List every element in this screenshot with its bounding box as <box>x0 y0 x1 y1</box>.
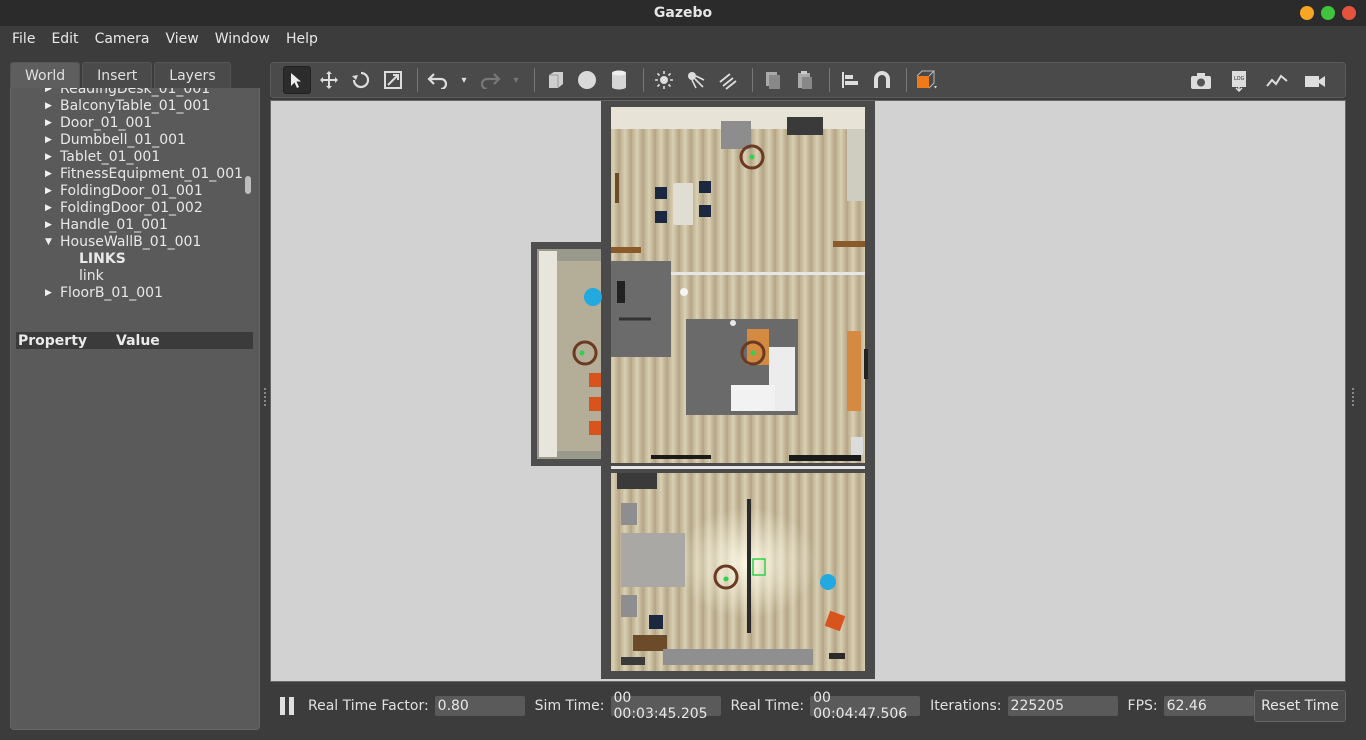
directional-light-icon[interactable] <box>714 66 742 94</box>
fps-value: 62.46 <box>1163 696 1254 716</box>
toolbar: ▾ ▾ LOG <box>270 62 1346 98</box>
expand-arrow-icon[interactable]: ▶ <box>45 220 55 230</box>
spot-light-icon[interactable] <box>682 66 710 94</box>
collapse-arrow-icon[interactable]: ▼ <box>45 237 55 247</box>
snap-icon[interactable] <box>868 66 896 94</box>
align-icon[interactable] <box>836 66 864 94</box>
expand-arrow-icon[interactable]: ▶ <box>45 169 55 179</box>
rotate-icon[interactable] <box>347 66 375 94</box>
tab-insert[interactable]: Insert <box>82 62 153 88</box>
paste-icon[interactable] <box>791 66 819 94</box>
stove <box>787 117 823 135</box>
left-splitter[interactable] <box>264 388 267 406</box>
minimize-button[interactable] <box>1300 6 1314 20</box>
real-time-factor-label: Real Time Factor: <box>308 698 429 714</box>
scale-icon[interactable] <box>379 66 407 94</box>
select-arrow-icon[interactable] <box>283 66 311 94</box>
undo-history-icon[interactable]: ▾ <box>456 66 472 94</box>
menu-window[interactable]: Window <box>207 31 278 47</box>
box-icon[interactable] <box>541 66 569 94</box>
property-column: Property <box>18 332 88 349</box>
expand-arrow-icon[interactable]: ▶ <box>45 152 55 162</box>
scene-viewport[interactable] <box>270 100 1346 682</box>
svg-text:LOG: LOG <box>1234 76 1245 82</box>
expand-arrow-icon[interactable]: ▶ <box>45 135 55 145</box>
tree-item[interactable]: ▶ Tablet_01_001 <box>11 148 253 165</box>
menu-edit[interactable]: Edit <box>43 31 86 47</box>
menu-bar: File Edit Camera View Window Help <box>0 26 1366 52</box>
plot-icon[interactable] <box>1263 67 1291 95</box>
real-time-label: Real Time: <box>730 698 805 714</box>
tab-layers[interactable]: Layers <box>154 62 231 88</box>
main-area: ▾ ▾ LOG Real Time Factor: 0.80 Sim Time:… <box>270 62 1346 730</box>
tree-item[interactable]: ▶ Dumbbell_01_001 <box>11 131 253 148</box>
ball <box>584 288 602 306</box>
reset-time-button[interactable]: Reset Time <box>1254 690 1346 722</box>
expand-arrow-icon[interactable]: ▶ <box>45 186 55 196</box>
tree-item[interactable]: ▶ ReadingDesk_01_001 <box>11 88 253 97</box>
sphere-icon[interactable] <box>573 66 601 94</box>
model-tree[interactable]: ▶ ReadingDesk_01_001 ▶ BalconyTable_01_001… <box>11 88 253 304</box>
tree-item-expanded[interactable]: ▼ HouseWallB_01_001 <box>11 233 253 250</box>
tree-item[interactable]: ▶ FloorB_01_001 <box>11 284 253 301</box>
copy-icon[interactable] <box>759 66 787 94</box>
pause-icon[interactable] <box>280 697 294 715</box>
world-panel: ▶ ReadingDesk_01_001 ▶ BalconyTable_01_001… <box>10 88 260 730</box>
right-splitter[interactable] <box>1352 388 1355 406</box>
tree-scrollbar[interactable] <box>245 176 251 194</box>
tree-item[interactable]: ▶ FitnessEquipment_01_001 <box>11 165 253 182</box>
sim-time-value: 00 00:03:45.205 <box>610 690 721 722</box>
left-panel: World Insert Layers ▶ ReadingDesk_01_001 … <box>10 62 260 730</box>
expand-arrow-icon[interactable]: ▶ <box>45 203 55 213</box>
expand-arrow-icon[interactable]: ▶ <box>45 101 55 111</box>
sim-time-label: Sim Time: <box>534 698 605 714</box>
change-view-icon[interactable] <box>913 66 941 94</box>
tree-item[interactable]: ▶ Handle_01_001 <box>11 216 253 233</box>
fps-label: FPS: <box>1127 698 1158 714</box>
tree-item[interactable]: ▶ FoldingDoor_01_002 <box>11 199 253 216</box>
tab-world[interactable]: World <box>10 62 81 88</box>
log-icon[interactable]: LOG <box>1225 67 1253 95</box>
gym-mat <box>611 261 671 357</box>
expand-arrow-icon[interactable]: ▶ <box>45 88 55 94</box>
iterations-label: Iterations: <box>930 698 1002 714</box>
expand-arrow-icon[interactable]: ▶ <box>45 118 55 128</box>
redo-history-icon[interactable]: ▾ <box>508 66 524 94</box>
status-bar: Real Time Factor: 0.80 Sim Time: 00 00:0… <box>270 682 1346 730</box>
point-light-icon[interactable] <box>650 66 678 94</box>
title-bar: Gazebo <box>0 0 1366 26</box>
real-time-factor-value: 0.80 <box>434 696 525 716</box>
cylinder-icon[interactable] <box>605 66 633 94</box>
menu-help[interactable]: Help <box>278 31 326 47</box>
bed <box>621 533 685 587</box>
tree-item[interactable]: ▶ Door_01_001 <box>11 114 253 131</box>
window-title: Gazebo <box>653 5 713 21</box>
expand-arrow-icon[interactable]: ▶ <box>45 288 55 298</box>
menu-view[interactable]: View <box>158 31 207 47</box>
maximize-button[interactable] <box>1321 6 1335 20</box>
value-column: Value <box>116 332 160 349</box>
tree-child-link[interactable]: link <box>11 267 253 284</box>
real-time-value: 00 00:04:47.506 <box>810 690 921 722</box>
fridge <box>721 121 751 149</box>
undo-icon[interactable] <box>424 66 452 94</box>
redo-icon[interactable] <box>476 66 504 94</box>
iterations-value: 225205 <box>1007 696 1118 716</box>
menu-file[interactable]: File <box>4 31 43 47</box>
translate-icon[interactable] <box>315 66 343 94</box>
property-header: Property Value <box>16 332 253 349</box>
tree-item[interactable]: ▶ BalconyTable_01_001 <box>11 97 253 114</box>
house-scene <box>531 101 875 679</box>
tree-child-links[interactable]: LINKS <box>11 250 253 267</box>
screenshot-icon[interactable] <box>1187 67 1215 95</box>
tree-item[interactable]: ▶ FoldingDoor_01_001 <box>11 182 253 199</box>
close-button[interactable] <box>1342 6 1356 20</box>
menu-camera[interactable]: Camera <box>87 31 158 47</box>
record-video-icon[interactable] <box>1301 67 1329 95</box>
